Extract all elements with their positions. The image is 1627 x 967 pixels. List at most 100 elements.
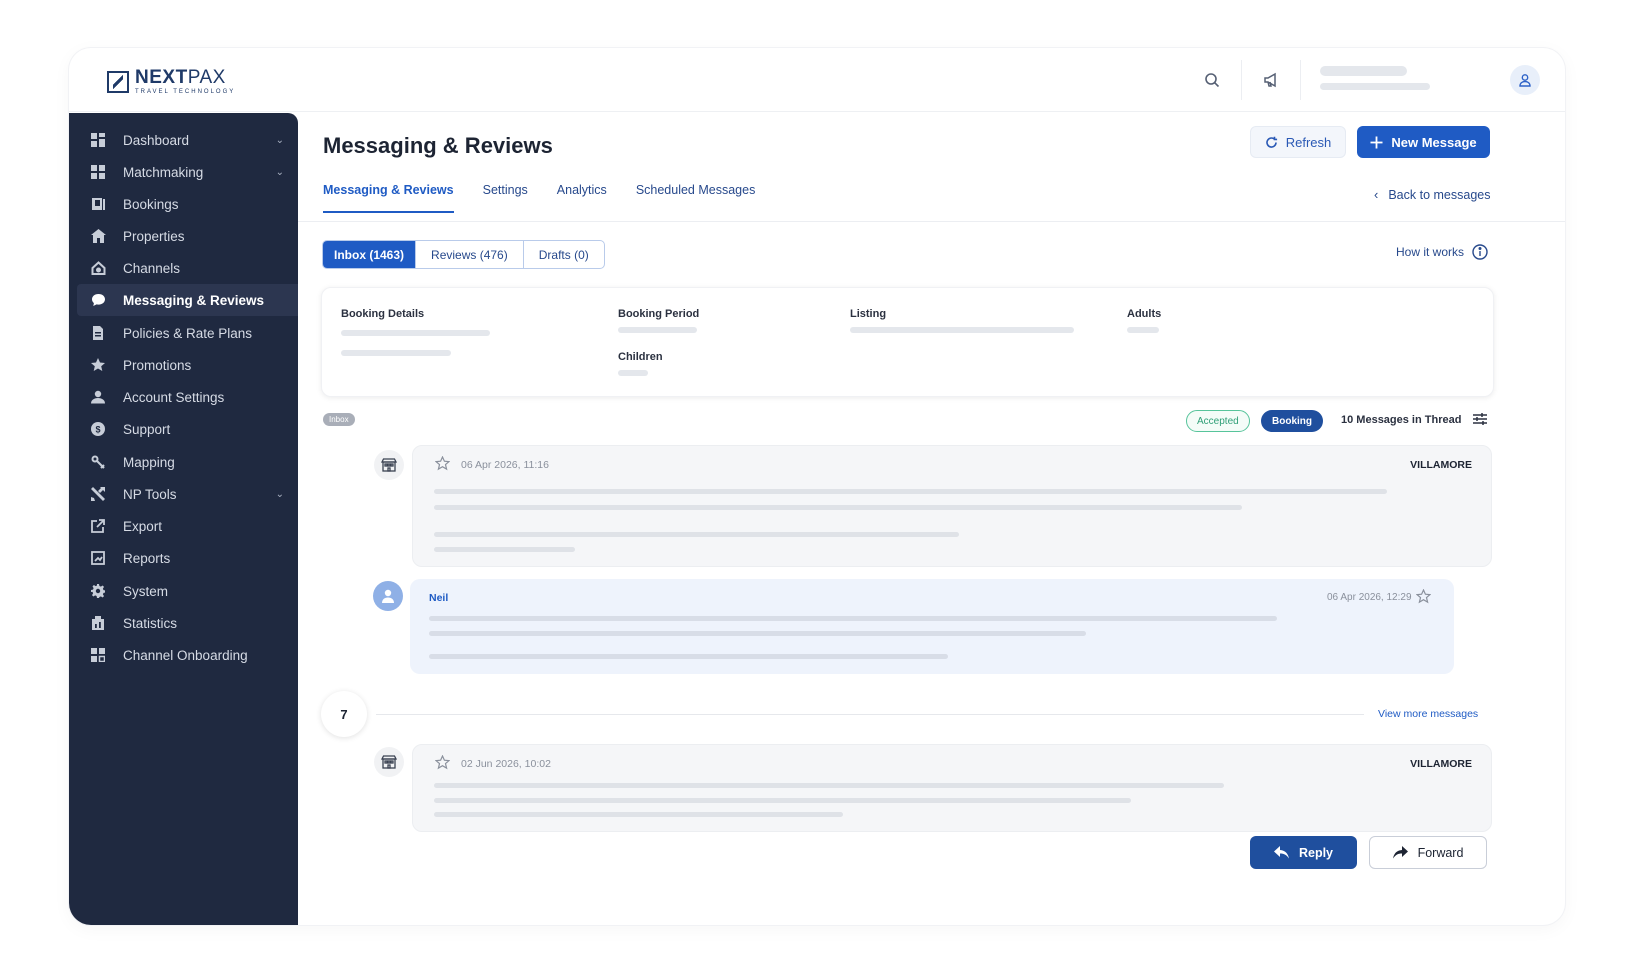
plus-icon bbox=[1370, 136, 1383, 148]
megaphone-icon[interactable] bbox=[1257, 66, 1285, 94]
status-badge: Accepted bbox=[1186, 410, 1250, 432]
chevron-left-icon: ‹ bbox=[1374, 187, 1379, 202]
account-icon bbox=[90, 389, 106, 405]
message-card[interactable]: 02 Jun 2026, 10:02 VILLAMORE bbox=[412, 744, 1492, 832]
channels-icon bbox=[90, 260, 106, 276]
sidebar-item-account-settings[interactable]: Account Settings bbox=[77, 381, 298, 413]
sidebar-item-support[interactable]: $ Support bbox=[77, 413, 298, 445]
sidebar: Dashboard ⌄ Matchmaking ⌄ Bookings Prope… bbox=[69, 113, 298, 925]
message-sender: VILLAMORE bbox=[1410, 758, 1472, 770]
text-placeholder bbox=[434, 783, 1224, 788]
new-message-button[interactable]: New Message bbox=[1357, 126, 1490, 158]
page-title: Messaging & Reviews bbox=[323, 133, 553, 158]
tab-analytics[interactable]: Analytics bbox=[557, 183, 607, 213]
sidebar-item-label: Policies & Rate Plans bbox=[123, 325, 253, 341]
message-card[interactable]: 06 Apr 2026, 11:16 VILLAMORE bbox=[412, 445, 1492, 567]
how-it-works-link[interactable]: How it works bbox=[1396, 244, 1488, 260]
sidebar-item-label: NP Tools bbox=[123, 486, 177, 502]
sidebar-item-label: Statistics bbox=[123, 615, 178, 631]
text-placeholder bbox=[429, 654, 948, 659]
app-window: NEXTPAX TRAVEL TECHNOLOGY Dashboard ⌄ Ma… bbox=[69, 48, 1565, 925]
reply-button[interactable]: Reply bbox=[1250, 836, 1357, 869]
adults-label: Adults bbox=[1127, 308, 1162, 320]
text-placeholder bbox=[434, 532, 959, 537]
sidebar-item-mapping[interactable]: Mapping bbox=[77, 446, 298, 478]
user-icon bbox=[1519, 74, 1531, 87]
building-icon bbox=[381, 458, 397, 472]
topbar-divider bbox=[1300, 60, 1301, 100]
logo-mark-icon bbox=[107, 70, 129, 93]
tab-messaging-reviews[interactable]: Messaging & Reviews bbox=[323, 183, 454, 213]
sidebar-item-label: Support bbox=[123, 421, 171, 437]
mapping-icon bbox=[90, 454, 106, 470]
sidebar-item-matchmaking[interactable]: Matchmaking ⌄ bbox=[77, 156, 298, 188]
reports-icon bbox=[90, 550, 106, 566]
sidebar-item-bookings[interactable]: Bookings bbox=[77, 188, 298, 220]
sidebar-item-messaging[interactable]: Messaging & Reviews bbox=[77, 284, 298, 316]
policy-icon bbox=[90, 325, 106, 341]
tab-settings[interactable]: Settings bbox=[483, 183, 528, 213]
sidebar-item-channels[interactable]: Channels bbox=[77, 252, 298, 284]
sidebar-item-label: Properties bbox=[123, 228, 185, 244]
refresh-button[interactable]: Refresh bbox=[1250, 126, 1346, 158]
logo[interactable]: NEXTPAX TRAVEL TECHNOLOGY bbox=[107, 68, 235, 95]
segment-reviews[interactable]: Reviews (476) bbox=[415, 241, 523, 268]
hidden-messages-count[interactable]: 7 bbox=[321, 691, 367, 737]
sidebar-item-label: Matchmaking bbox=[123, 164, 204, 180]
back-to-messages-link[interactable]: ‹ Back to messages bbox=[1374, 187, 1490, 202]
thread-message-count: 10 Messages in Thread bbox=[1341, 414, 1462, 426]
statistics-icon bbox=[90, 615, 106, 631]
grid-icon bbox=[90, 164, 106, 180]
star-icon[interactable] bbox=[1415, 588, 1432, 609]
inbox-segment-control: Inbox (1463) Reviews (476) Drafts (0) bbox=[322, 240, 605, 269]
text-placeholder bbox=[434, 812, 843, 817]
property-avatar bbox=[374, 747, 404, 777]
message-card[interactable]: Neil 06 Apr 2026, 12:29 bbox=[410, 579, 1454, 674]
sidebar-item-statistics[interactable]: Statistics bbox=[77, 607, 298, 639]
sidebar-item-reports[interactable]: Reports bbox=[77, 542, 298, 574]
top-bar: NEXTPAX TRAVEL TECHNOLOGY bbox=[69, 48, 1565, 112]
tab-scheduled-messages[interactable]: Scheduled Messages bbox=[636, 183, 756, 213]
forward-button[interactable]: Forward bbox=[1369, 836, 1487, 869]
home-icon bbox=[90, 228, 106, 244]
value-placeholder bbox=[341, 350, 451, 356]
user-avatar[interactable] bbox=[1510, 65, 1540, 95]
view-more-messages-link[interactable]: View more messages bbox=[1378, 708, 1478, 720]
sidebar-item-label: Messaging & Reviews bbox=[123, 292, 265, 308]
book-icon bbox=[90, 196, 106, 212]
sidebar-item-promotions[interactable]: Promotions bbox=[77, 349, 298, 381]
sidebar-item-channel-onboarding[interactable]: Channel Onboarding bbox=[77, 639, 298, 671]
tools-icon bbox=[90, 486, 106, 502]
sliders-icon[interactable] bbox=[1473, 412, 1487, 431]
chevron-down-icon: ⌄ bbox=[275, 166, 284, 178]
sidebar-item-label: Bookings bbox=[123, 196, 179, 212]
message-date: 06 Apr 2026, 12:29 bbox=[1327, 592, 1412, 603]
info-icon bbox=[1472, 244, 1488, 260]
booking-details-label: Booking Details bbox=[341, 308, 425, 320]
segment-inbox[interactable]: Inbox (1463) bbox=[323, 241, 416, 268]
sidebar-item-system[interactable]: System bbox=[77, 575, 298, 607]
chevron-down-icon: ⌄ bbox=[275, 488, 284, 500]
sidebar-item-np-tools[interactable]: NP Tools ⌄ bbox=[77, 478, 298, 510]
logo-name: NEXTPAX bbox=[135, 67, 226, 88]
sidebar-item-properties[interactable]: Properties bbox=[77, 220, 298, 252]
sidebar-item-policies[interactable]: Policies & Rate Plans bbox=[77, 317, 298, 349]
message-sender: Neil bbox=[429, 592, 449, 604]
sidebar-item-export[interactable]: Export bbox=[77, 510, 298, 542]
type-badge: Booking bbox=[1261, 410, 1323, 432]
message-date: 06 Apr 2026, 11:16 bbox=[461, 459, 549, 471]
sidebar-item-dashboard[interactable]: Dashboard ⌄ bbox=[77, 124, 298, 156]
reply-icon bbox=[1273, 846, 1289, 859]
user-name-placeholder bbox=[1320, 66, 1407, 76]
star-icon[interactable] bbox=[434, 455, 451, 476]
booking-period-label: Booking Period bbox=[618, 308, 700, 320]
text-placeholder bbox=[434, 547, 575, 552]
segment-drafts[interactable]: Drafts (0) bbox=[522, 241, 604, 268]
tab-bar: Messaging & Reviews Settings Analytics S… bbox=[323, 183, 784, 213]
guest-avatar bbox=[373, 581, 403, 611]
value-placeholder bbox=[618, 370, 648, 376]
search-icon[interactable] bbox=[1198, 66, 1226, 94]
forward-icon bbox=[1392, 846, 1408, 859]
star-icon[interactable] bbox=[434, 754, 451, 775]
sidebar-item-label: System bbox=[123, 583, 169, 599]
